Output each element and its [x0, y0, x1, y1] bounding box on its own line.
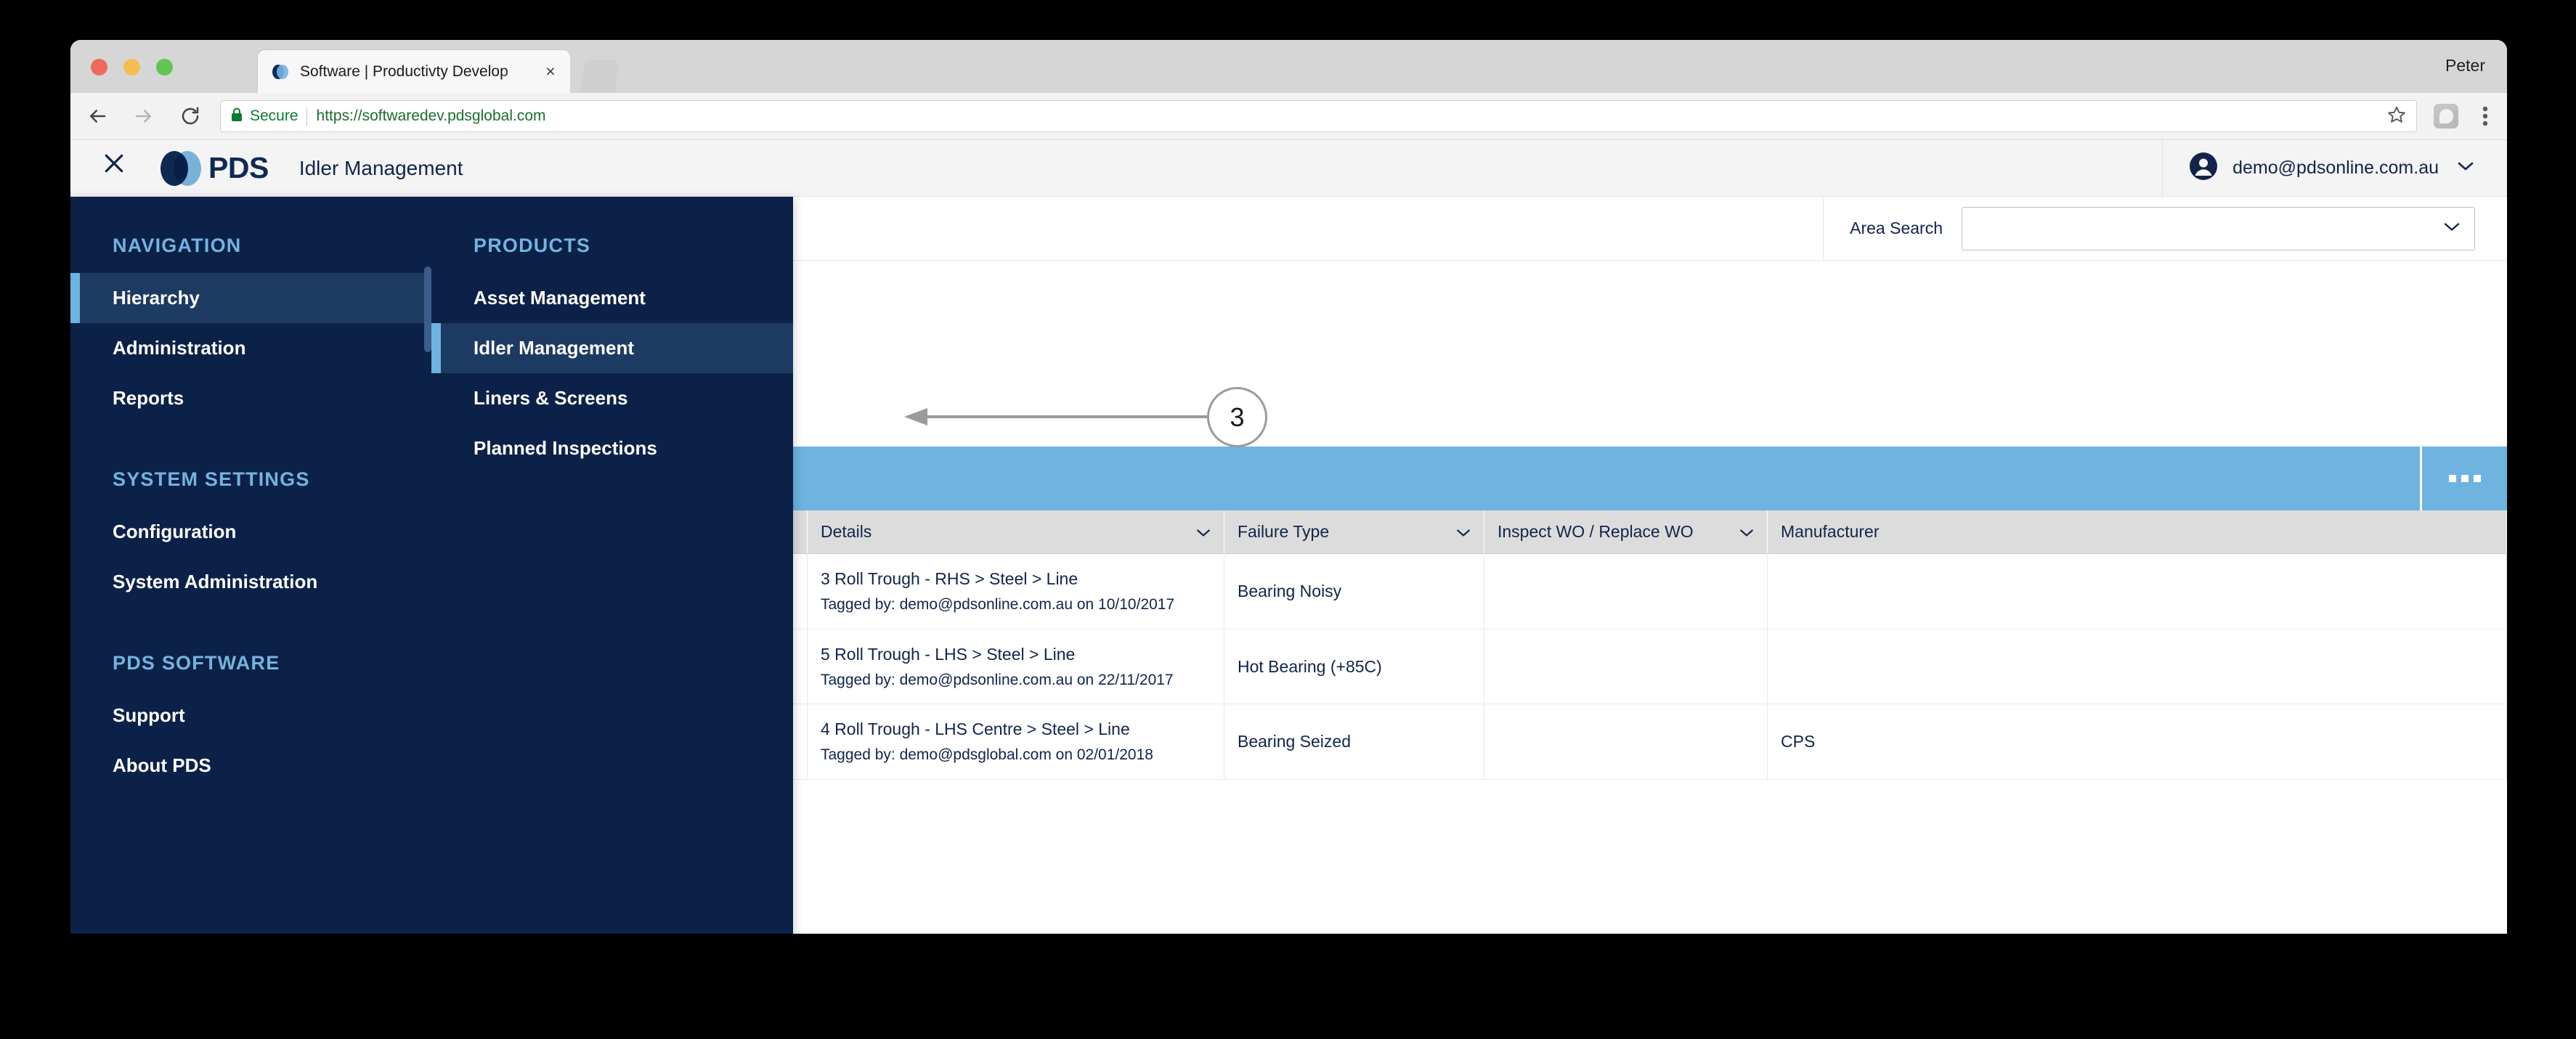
close-window-button[interactable]: [91, 59, 107, 76]
cell-details: 5 Roll Trough - LHS > Steel > Line Tagge…: [808, 629, 1224, 705]
cell-details-tagged-by: Tagged by: demo@pdsglobal.com on 02/01/2…: [821, 746, 1153, 764]
application-viewport: PDS Idler Management demo@pdsonline.com.…: [70, 140, 2507, 934]
cell-manufacturer: CPS: [1768, 704, 2507, 781]
area-search-input[interactable]: [1962, 206, 2475, 250]
user-email-label: demo@pdsonline.com.au: [2232, 158, 2439, 178]
menu-section-navigation-title: NAVIGATION: [113, 235, 242, 256]
chevron-down-icon[interactable]: [1726, 522, 1754, 542]
cell-details-tagged-by: Tagged by: demo@pdsonline.com.au on 10/1…: [821, 595, 1175, 613]
menu-item-configuration[interactable]: Configuration: [70, 507, 431, 557]
column-header-failure-type[interactable]: Failure Type: [1224, 510, 1484, 553]
cell-work-order: [1484, 704, 1768, 781]
menu-item-asset-management[interactable]: Asset Management: [431, 273, 793, 323]
menu-item-planned-inspections[interactable]: Planned Inspections: [431, 423, 793, 473]
cell-details: 4 Roll Trough - LHS Centre > Steel > Lin…: [808, 704, 1224, 781]
cell-failure-type: Hot Bearing (+85C): [1224, 629, 1484, 705]
browser-tab[interactable]: Software | Productivty Develop ×: [258, 50, 570, 93]
column-header-manufacturer[interactable]: Manufacturer: [1768, 510, 2507, 553]
browser-tab-strip: Software | Productivty Develop × Peter: [70, 40, 2507, 93]
column-header-label: Manufacturer: [1781, 522, 1880, 541]
menu-spacer: [70, 423, 431, 468]
menu-item-liners-and-screens[interactable]: Liners & Screens: [431, 373, 793, 423]
new-tab-button[interactable]: [580, 60, 620, 92]
cell-work-order: [1484, 554, 1768, 629]
navigation-mega-menu: NAVIGATION Hierarchy Administration Repo…: [70, 197, 793, 934]
cell-manufacturer: [1768, 554, 2507, 629]
column-header-label: Failure Type: [1238, 522, 1330, 541]
menu-item-support[interactable]: Support: [70, 690, 431, 741]
lock-icon: [231, 107, 243, 126]
menu-section-pds-software-title: PDS SOFTWARE: [113, 652, 280, 674]
menu-item-system-administration[interactable]: System Administration: [70, 557, 431, 607]
pds-logo-mark-icon: [161, 150, 201, 186]
chevron-down-icon[interactable]: [2458, 161, 2474, 175]
user-menu[interactable]: demo@pdsonline.com.au: [2162, 140, 2507, 196]
reload-icon[interactable]: [171, 97, 210, 136]
forward-arrow-icon[interactable]: [124, 97, 163, 136]
column-header-details[interactable]: Details: [808, 510, 1224, 553]
menu-item-reports[interactable]: Reports: [70, 373, 431, 423]
pds-favicon-icon: [271, 62, 290, 81]
cell-details-tagged-by: Tagged by: demo@pdsonline.com.au on 22/1…: [821, 671, 1174, 688]
minimize-window-button[interactable]: [123, 59, 140, 76]
browser-profile-name[interactable]: Peter: [2445, 56, 2485, 76]
cell-work-order: [1484, 629, 1768, 705]
menu-spacer: [70, 607, 431, 652]
address-bar[interactable]: Secure https://softwaredev.pdsglobal.com: [220, 100, 2417, 132]
cell-details: 3 Roll Trough - RHS > Steel > Line Tagge…: [808, 554, 1224, 629]
menu-item-administration[interactable]: Administration: [70, 323, 431, 373]
app-header: PDS Idler Management demo@pdsonline.com.…: [70, 140, 2507, 197]
browser-tab-title: Software | Productivty Develop: [300, 62, 508, 80]
url-text: https://softwaredev.pdsglobal.com: [316, 107, 546, 124]
column-header-label: Details: [821, 522, 872, 541]
area-search-label: Area Search: [1850, 219, 1943, 237]
menu-section-system-settings-title: SYSTEM SETTINGS: [113, 468, 310, 490]
avatar: [2189, 152, 2218, 184]
toolbar-more-button[interactable]: [2420, 447, 2507, 510]
cell-manufacturer: [1768, 629, 2507, 705]
extension-icon[interactable]: [2429, 99, 2463, 134]
star-icon[interactable]: [2387, 105, 2406, 128]
menu-column-products: PRODUCTS Asset Management Idler Manageme…: [431, 197, 793, 934]
menu-item-hierarchy[interactable]: Hierarchy: [70, 273, 431, 323]
close-tab-icon[interactable]: ×: [541, 63, 560, 80]
cell-details-title: 5 Roll Trough - LHS > Steel > Line: [821, 644, 1076, 664]
menu-section-products-title: PRODUCTS: [474, 235, 591, 256]
maximize-window-button[interactable]: [156, 59, 173, 76]
menu-item-idler-management[interactable]: Idler Management: [431, 323, 793, 373]
pds-logo-wordmark: PDS: [208, 151, 269, 184]
chevron-down-icon[interactable]: [2444, 221, 2460, 235]
cell-details-title: 4 Roll Trough - LHS Centre > Steel > Lin…: [821, 720, 1130, 739]
secure-label: Secure: [250, 107, 298, 124]
close-menu-icon[interactable]: [102, 152, 136, 185]
browser-toolbar: Secure https://softwaredev.pdsglobal.com: [70, 93, 2507, 140]
menu-item-about-pds[interactable]: About PDS: [70, 741, 431, 791]
page-title: Idler Management: [298, 156, 463, 179]
menu-scrollbar[interactable]: [424, 266, 431, 352]
pds-logo[interactable]: PDS: [161, 150, 269, 186]
chrome-menu-icon[interactable]: [2468, 99, 2503, 134]
browser-window: Software | Productivty Develop × Peter S…: [70, 40, 2507, 934]
area-search-group: Area Search: [1823, 197, 2507, 260]
column-header-inspect-replace-wo[interactable]: Inspect WO / Replace WO: [1484, 510, 1768, 553]
column-header-label: Inspect WO / Replace WO: [1498, 522, 1694, 541]
cell-failure-type: Bearing Noisy: [1224, 554, 1484, 629]
cell-details-title: 3 Roll Trough - RHS > Steel > Line: [821, 569, 1078, 588]
cell-failure-type: Bearing Seized: [1224, 704, 1484, 781]
omnibox-divider: [306, 107, 307, 126]
chevron-down-icon[interactable]: [1443, 522, 1471, 542]
ellipsis-icon: [2448, 475, 2481, 482]
menu-column-navigation: NAVIGATION Hierarchy Administration Repo…: [70, 197, 431, 934]
window-controls[interactable]: [91, 59, 173, 76]
chevron-down-icon[interactable]: [1183, 522, 1211, 542]
back-arrow-icon[interactable]: [78, 97, 117, 136]
